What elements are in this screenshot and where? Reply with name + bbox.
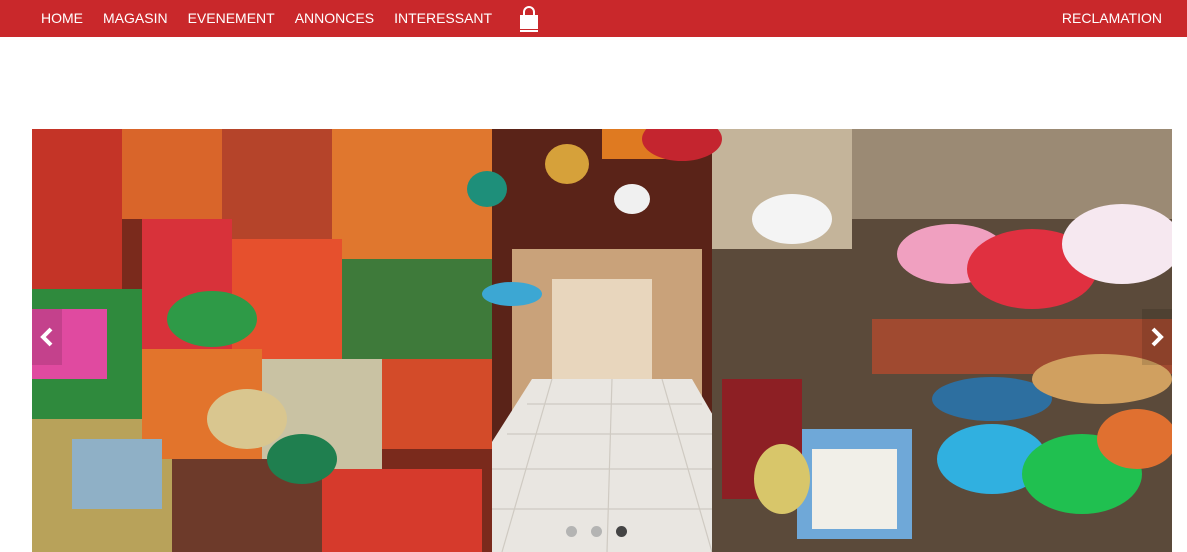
shopping-bag-icon[interactable] [518,5,540,32]
carousel-indicator-3[interactable] [616,526,627,537]
chevron-left-icon [40,327,53,347]
carousel-indicators [566,526,627,537]
hero-carousel [32,129,1172,552]
nav-item-annonces[interactable]: ANNONCES [285,0,384,37]
chevron-right-icon [1151,327,1164,347]
carousel-indicator-1[interactable] [566,526,577,537]
nav-menu: HOME MAGASIN EVENEMENT ANNONCES INTERESS… [31,0,540,37]
nav-item-magasin[interactable]: MAGASIN [93,0,178,37]
carousel-slide-image [32,129,1172,552]
nav-item-evenement[interactable]: EVENEMENT [178,0,285,37]
carousel-indicator-2[interactable] [591,526,602,537]
nav-item-reclamation[interactable]: RECLAMATION [1052,0,1172,37]
nav-item-interessant[interactable]: INTERESSANT [384,0,502,37]
top-navbar: HOME MAGASIN EVENEMENT ANNONCES INTERESS… [0,0,1187,37]
carousel-next-button[interactable] [1142,309,1172,365]
nav-right: RECLAMATION [1052,0,1172,37]
carousel-prev-button[interactable] [32,309,62,365]
nav-item-home[interactable]: HOME [31,0,93,37]
